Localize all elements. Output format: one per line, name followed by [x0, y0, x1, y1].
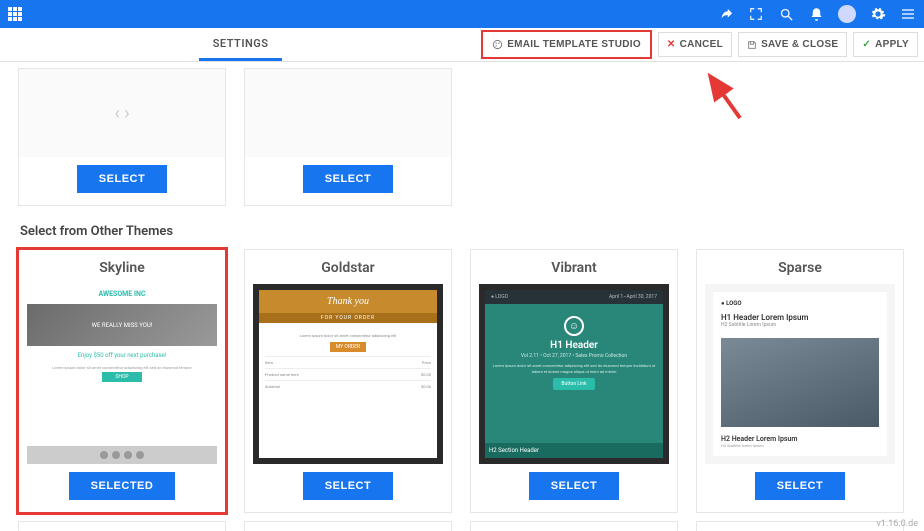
theme-card-goldstar: Goldstar Thank you FOR YOUR ORDER Lorem … — [244, 249, 452, 513]
save-icon — [747, 40, 757, 50]
theme-title: Oxygen — [244, 521, 452, 531]
chevrons-icon: ‹ › — [114, 103, 129, 124]
cancel-label: CANCEL — [680, 39, 723, 50]
preview-topbar: ● LOGOApril 1–April 30, 2017 — [485, 290, 663, 304]
preview-h2: H2 Section Header — [485, 443, 663, 458]
preview-button: MY ORDER — [330, 342, 366, 352]
theme-card-skyline: Skyline AWESOME INC WE REALLY MISS YOU! … — [18, 249, 226, 513]
select-button[interactable]: SELECT — [755, 472, 845, 500]
template-preview: ‹ › — [19, 69, 225, 157]
preview-h2b: H2 Header Lorem Ipsum — [721, 435, 879, 443]
template-card: SELECT — [244, 68, 452, 206]
palette-icon — [492, 39, 503, 50]
theme-grid-row2: Neopolitan Oxygen Sunday Aurora — [18, 521, 906, 531]
apps-icon[interactable] — [8, 7, 22, 21]
tab-settings[interactable]: SETTINGS — [199, 27, 283, 61]
theme-title: Goldstar — [245, 250, 451, 284]
preview-logo: AWESOME INC — [27, 284, 217, 304]
version-label: v1.16.0.de — [876, 519, 918, 529]
theme-card-vibrant: Vibrant ● LOGOApril 1–April 30, 2017 ☺ H… — [470, 249, 678, 513]
select-button[interactable]: SELECT — [303, 165, 393, 193]
annotation-highlight: EMAIL TEMPLATE STUDIO — [481, 30, 652, 59]
theme-preview: Thank you FOR YOUR ORDER Lorem ipsum dol… — [253, 284, 443, 464]
bell-icon[interactable] — [808, 6, 824, 22]
studio-button-label: EMAIL TEMPLATE STUDIO — [507, 39, 641, 50]
preview-text: Lorem ipsum dolor sit amet consectetur a… — [27, 365, 217, 370]
apply-button[interactable]: ✓ APPLY — [853, 32, 918, 57]
save-close-button[interactable]: SAVE & CLOSE — [738, 32, 847, 57]
check-icon: ✓ — [862, 39, 871, 50]
preview-button: SHOP — [102, 372, 142, 382]
template-preview — [245, 69, 451, 157]
preview-logo: ● LOGO — [721, 300, 879, 307]
select-button[interactable]: SELECT — [77, 165, 167, 193]
select-button[interactable]: SELECT — [303, 472, 393, 500]
theme-title: Sparse — [697, 250, 903, 284]
current-theme-row: ‹ › SELECT SELECT — [18, 68, 906, 206]
theme-title: Sunday — [470, 521, 678, 531]
theme-title: Aurora — [696, 521, 904, 531]
top-bar — [0, 0, 924, 28]
select-button[interactable]: SELECT — [529, 472, 619, 500]
action-bar: SETTINGS EMAIL TEMPLATE STUDIO ✕ CANCEL S… — [0, 28, 924, 62]
theme-preview: ● LOGOApril 1–April 30, 2017 ☺ H1 Header… — [479, 284, 669, 464]
preview-h1: H1 Header Lorem Ipsum — [721, 313, 879, 322]
preview-head: Thank you — [259, 290, 437, 313]
preview-content: Lorem ipsum dolor sit amet consectetur a… — [259, 323, 437, 458]
preview-main: ☺ H1 Header Vol 2.11 • Oct 27, 2017 • Sa… — [485, 304, 663, 443]
share-icon[interactable] — [718, 6, 734, 22]
section-heading: Select from Other Themes — [20, 224, 906, 239]
preview-button: Button Link — [553, 378, 594, 390]
preview-h2: H2 Subtitle Lorem Ipsum — [721, 322, 879, 328]
preview-cta: Enjoy $50 off your next purchase! — [27, 346, 217, 365]
cancel-button[interactable]: ✕ CANCEL — [658, 32, 732, 57]
menu-icon[interactable] — [900, 6, 916, 22]
preview-para: Lorem ipsum dolor sit amet consectetur a… — [489, 363, 659, 374]
theme-title: Vibrant — [471, 250, 677, 284]
search-icon[interactable] — [778, 6, 794, 22]
avatar[interactable] — [838, 5, 856, 23]
apply-label: APPLY — [875, 39, 909, 50]
theme-preview: AWESOME INC WE REALLY MISS YOU! Enjoy $5… — [27, 284, 217, 464]
preview-hero: WE REALLY MISS YOU! — [27, 304, 217, 346]
gear-icon[interactable] — [870, 6, 886, 22]
fullscreen-icon[interactable] — [748, 6, 764, 22]
theme-card-sparse: Sparse ● LOGO H1 Header Lorem Ipsum H2 S… — [696, 249, 904, 513]
theme-grid: Skyline AWESOME INC WE REALLY MISS YOU! … — [18, 249, 906, 513]
theme-title: Skyline — [19, 250, 225, 284]
preview-sub: FOR YOUR ORDER — [259, 313, 437, 323]
preview-sub: H3 Subtitle lorem ipsum — [721, 443, 879, 448]
preview-footer — [27, 446, 217, 464]
preview-user-icon: ☺ — [564, 316, 584, 336]
email-template-studio-button[interactable]: EMAIL TEMPLATE STUDIO — [484, 33, 649, 56]
preview-meta: Vol 2.11 • Oct 27, 2017 • Sales Promo Co… — [521, 353, 627, 359]
content-area: ‹ › SELECT SELECT Select from Other Them… — [0, 62, 924, 531]
selected-button[interactable]: SELECTED — [69, 472, 176, 500]
theme-preview: ● LOGO H1 Header Lorem Ipsum H2 Subtitle… — [705, 284, 895, 464]
preview-image — [721, 338, 879, 427]
template-card: ‹ › SELECT — [18, 68, 226, 206]
theme-title: Neopolitan — [18, 521, 226, 531]
save-close-label: SAVE & CLOSE — [761, 39, 838, 50]
close-icon: ✕ — [667, 39, 676, 50]
preview-h1: H1 Header — [550, 340, 598, 351]
